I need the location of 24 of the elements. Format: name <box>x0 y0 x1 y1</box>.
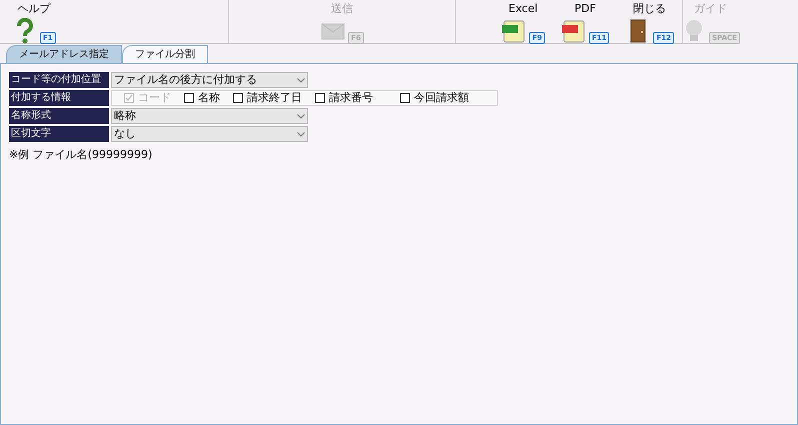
checkbox-label: 請求終了日 <box>247 90 302 106</box>
tab[interactable]: メールアドレス指定 <box>6 45 122 63</box>
dropdown[interactable]: 略称 <box>111 108 308 124</box>
dropdown[interactable]: ファイル名の後方に付加する <box>111 72 308 88</box>
checkbox-label: 今回請求額 <box>414 90 469 106</box>
spreadsheet-file-icon <box>501 18 528 44</box>
checkbox[interactable] <box>184 93 194 103</box>
pdf-file-icon <box>560 18 587 44</box>
field-label: 名称形式 <box>9 108 109 124</box>
checkbox-label: 請求番号 <box>329 90 373 106</box>
field-label: 付加する情報 <box>9 90 109 106</box>
dropdown[interactable]: なし <box>111 126 308 142</box>
checkbox[interactable] <box>233 93 243 103</box>
checkbox-label: コード <box>138 90 171 106</box>
checkbox[interactable] <box>400 93 410 103</box>
tab[interactable]: ファイル分割 <box>122 45 208 63</box>
example-text: ※例 ファイル名(99999999) <box>9 147 154 163</box>
field-label: 区切文字 <box>9 126 109 142</box>
chevron-down-icon <box>297 78 305 82</box>
chevron-down-icon <box>297 132 305 136</box>
chevron-down-icon <box>297 114 305 118</box>
checkbox-label: 名称 <box>198 90 220 106</box>
checkbox[interactable] <box>315 93 325 103</box>
field-label: コード等の付加位置 <box>9 72 109 88</box>
